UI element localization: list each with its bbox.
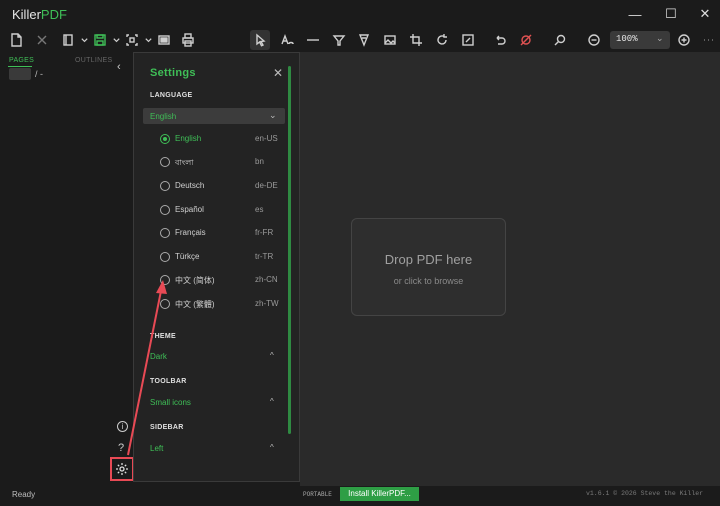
- language-code: de-DE: [255, 181, 278, 190]
- chevron-up-icon[interactable]: ^: [270, 443, 274, 452]
- tab-outlines[interactable]: OUTLINES: [75, 57, 112, 64]
- language-select-value: English: [150, 112, 177, 121]
- search-icon[interactable]: [550, 30, 570, 50]
- toolbar-value[interactable]: Small icons: [150, 398, 191, 407]
- line-tool-icon[interactable]: [303, 30, 323, 50]
- info-icon[interactable]: i: [117, 421, 128, 432]
- clear-icon[interactable]: [516, 30, 536, 50]
- minimize-button[interactable]: —: [618, 0, 652, 28]
- active-tab-indicator: [8, 66, 32, 67]
- screen-icon[interactable]: [154, 30, 174, 50]
- maximize-button[interactable]: ☐: [654, 0, 688, 28]
- language-name: English: [175, 134, 202, 143]
- radio-icon: [160, 157, 170, 167]
- new-document-icon[interactable]: [6, 30, 26, 50]
- zoom-in-icon[interactable]: [674, 30, 694, 50]
- language-code: zh-CN: [255, 275, 278, 284]
- language-code: fr-FR: [255, 228, 274, 237]
- chevron-up-icon[interactable]: ^: [270, 397, 274, 406]
- language-name: Français: [175, 228, 206, 237]
- sidebar: [0, 52, 133, 486]
- radio-icon: [160, 275, 170, 285]
- chevron-down-icon: ⌄: [269, 110, 277, 120]
- radio-icon: [160, 299, 170, 309]
- language-option-zh-CN[interactable]: 中文 (简体) zh-CN: [143, 272, 285, 290]
- sidebar-heading: SIDEBAR: [150, 424, 184, 431]
- language-heading: LANGUAGE: [150, 92, 193, 99]
- close-window-button[interactable]: ✕: [688, 0, 720, 28]
- more-options-icon[interactable]: [698, 30, 718, 50]
- page-count: / -: [35, 69, 43, 79]
- chevron-down-icon: ⌄: [656, 33, 664, 43]
- settings-title: Settings: [150, 67, 196, 79]
- language-name: 中文 (简体): [175, 276, 215, 285]
- gear-icon: [116, 463, 128, 475]
- close-document-icon[interactable]: [32, 30, 52, 50]
- theme-value[interactable]: Dark: [150, 352, 167, 361]
- language-option-zh-TW[interactable]: 中文 (繁體) zh-TW: [143, 296, 285, 314]
- undo-icon[interactable]: [490, 30, 510, 50]
- app-title-accent: PDF: [40, 7, 67, 22]
- radio-icon: [160, 205, 170, 215]
- portable-badge: PORTABLE: [303, 491, 332, 498]
- rotate-icon[interactable]: [432, 30, 452, 50]
- language-code: zh-TW: [255, 299, 279, 308]
- drop-title: Drop PDF here: [384, 252, 473, 267]
- zoom-out-icon[interactable]: [584, 30, 604, 50]
- language-option-es[interactable]: Español es: [143, 202, 285, 220]
- chevron-up-icon[interactable]: ^: [270, 351, 274, 360]
- close-settings-button[interactable]: ✕: [273, 66, 283, 80]
- image-tool-icon[interactable]: [380, 30, 400, 50]
- radio-selected-icon: [160, 134, 170, 144]
- language-name: Türkçe: [175, 252, 200, 261]
- language-code: en-US: [255, 134, 278, 143]
- page-number-input[interactable]: [9, 68, 31, 80]
- title-bar: [0, 0, 720, 28]
- sidebar-value[interactable]: Left: [150, 444, 163, 453]
- language-code: tr-TR: [255, 252, 274, 261]
- text-tool-icon[interactable]: [277, 30, 297, 50]
- language-option-en-US[interactable]: English en-US: [143, 131, 285, 149]
- edit-icon[interactable]: [458, 30, 478, 50]
- language-name: Deutsch: [175, 181, 205, 190]
- language-option-de-DE[interactable]: Deutsch de-DE: [143, 178, 285, 196]
- radio-icon: [160, 181, 170, 191]
- language-code: es: [255, 205, 264, 214]
- app-title-prefix: Killer: [12, 7, 41, 22]
- language-code: bn: [255, 157, 264, 166]
- drop-subtitle: or click to browse: [393, 276, 464, 286]
- radio-icon: [160, 228, 170, 238]
- version-text: v1.6.1 © 2026 Steve the Killer: [586, 490, 704, 497]
- help-icon[interactable]: ?: [118, 442, 124, 454]
- language-name: বাংলা: [175, 158, 194, 167]
- pen-tool-icon[interactable]: [354, 30, 374, 50]
- language-name: Español: [175, 205, 204, 214]
- drop-zone[interactable]: Drop PDF here or click to browse: [351, 218, 506, 316]
- highlight-tool-icon[interactable]: [329, 30, 349, 50]
- language-name: 中文 (繁體): [175, 300, 215, 309]
- tab-pages[interactable]: PAGES: [9, 57, 34, 64]
- language-option-tr-TR[interactable]: Türkçe tr-TR: [143, 249, 285, 267]
- language-option-bn[interactable]: বাংলা bn: [143, 154, 285, 172]
- radio-icon: [160, 252, 170, 262]
- settings-button[interactable]: [110, 457, 134, 481]
- collapse-sidebar-icon[interactable]: ‹: [117, 61, 121, 73]
- toolbar-heading: TOOLBAR: [150, 378, 187, 385]
- panel-scrollbar[interactable]: [288, 66, 291, 434]
- crop-icon[interactable]: [406, 30, 426, 50]
- theme-heading: THEME: [150, 333, 176, 340]
- print-icon[interactable]: [178, 30, 198, 50]
- install-button[interactable]: Install KillerPDF...: [340, 487, 419, 501]
- select-cursor-icon[interactable]: [250, 30, 270, 50]
- app-title: KillerPDF: [12, 7, 67, 22]
- status-text: Ready: [12, 490, 36, 499]
- language-option-fr-FR[interactable]: Français fr-FR: [143, 225, 285, 243]
